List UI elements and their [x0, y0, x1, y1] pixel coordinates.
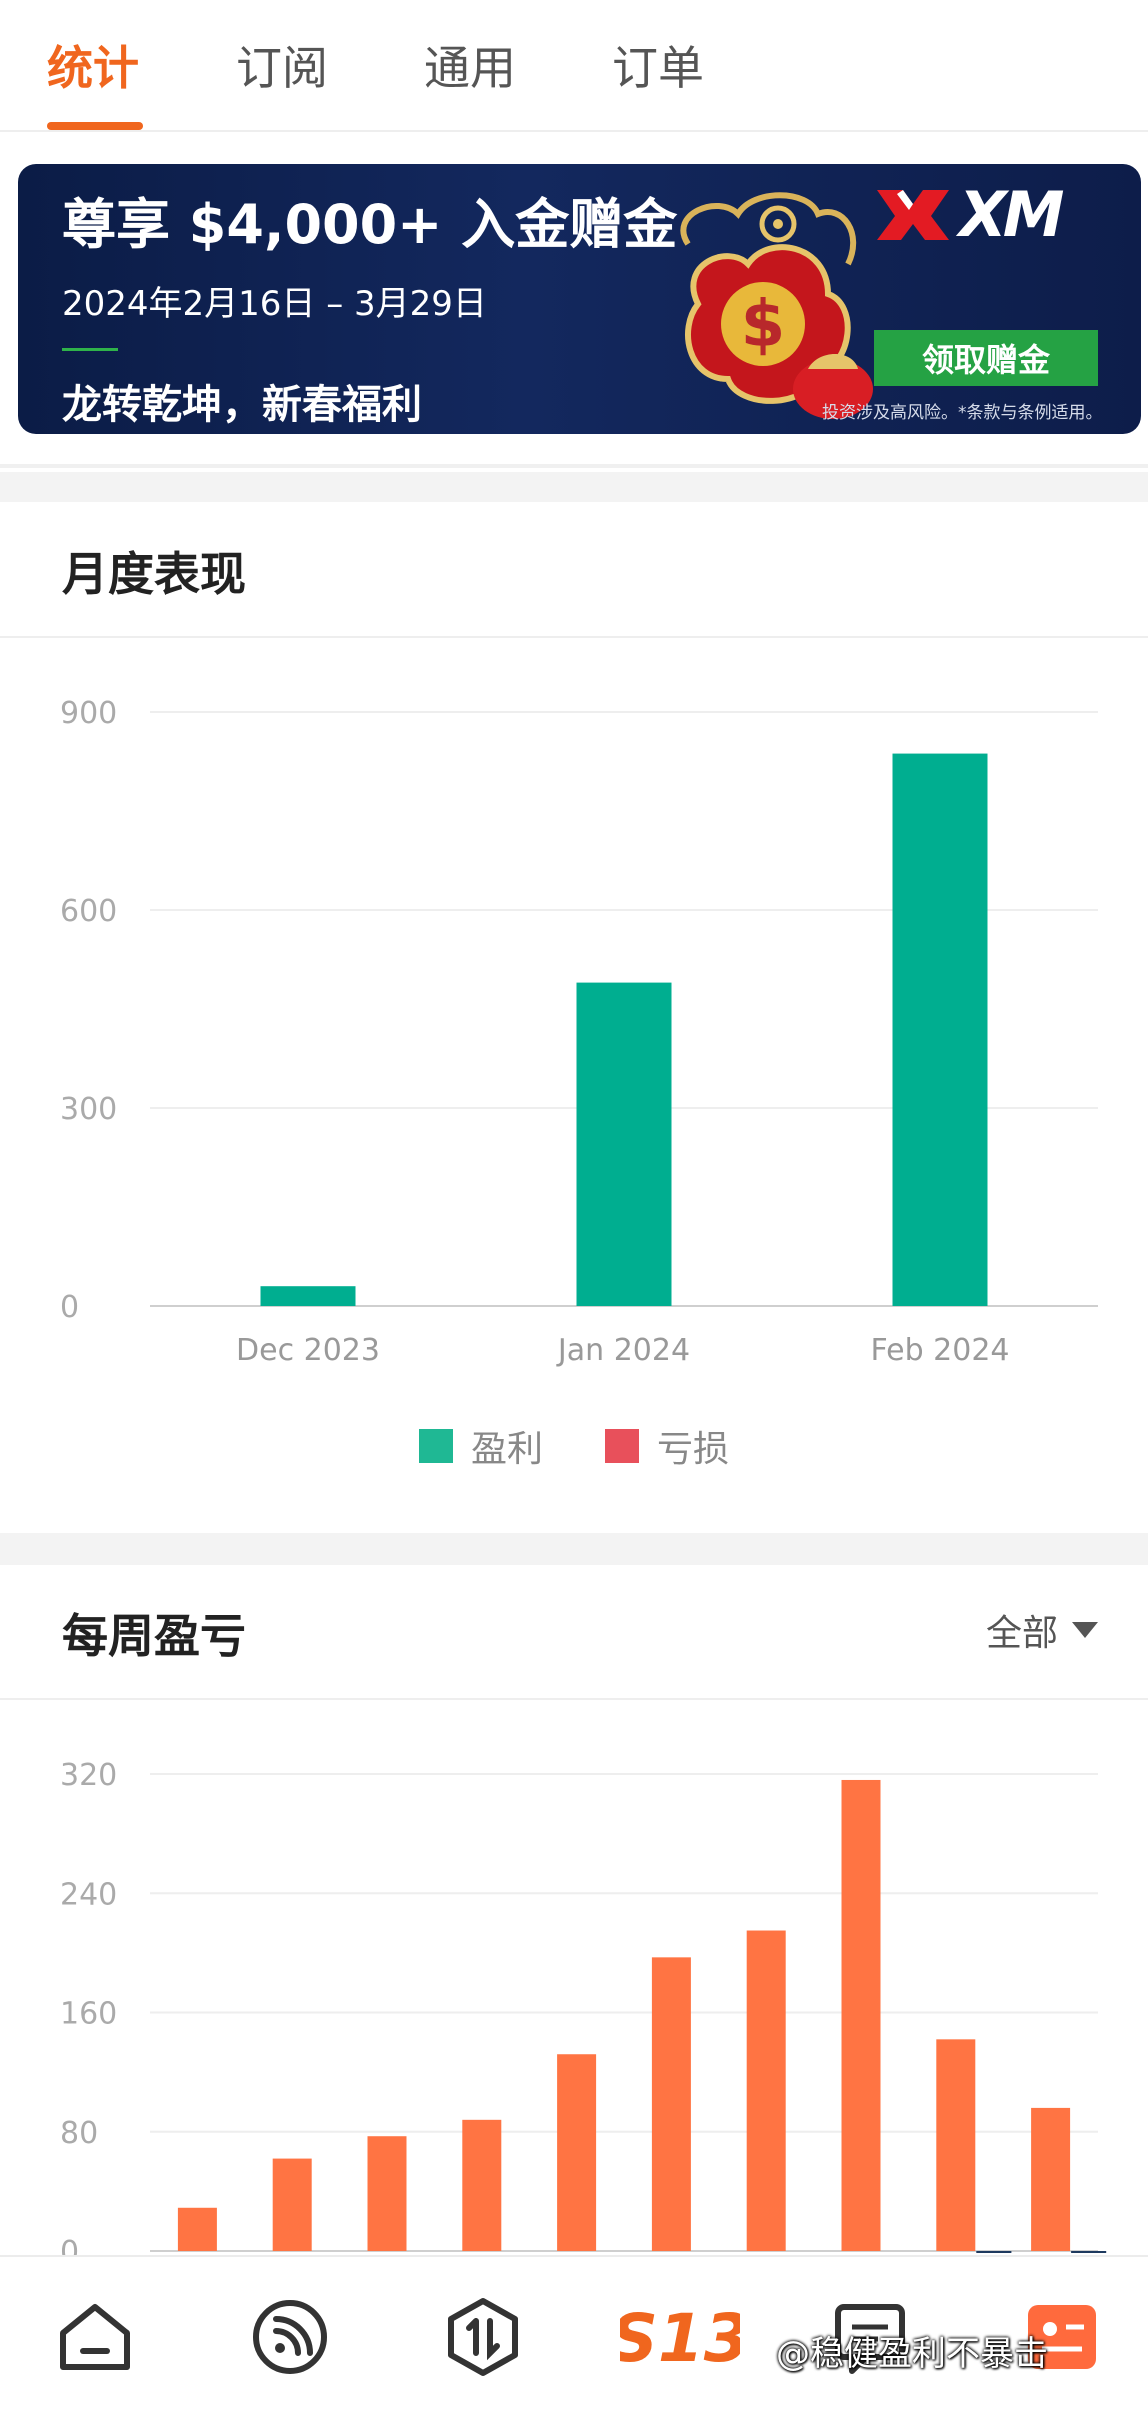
chart-bar [1031, 2107, 1071, 2251]
y-tick-label: 320 [60, 1758, 117, 1793]
svg-text:$: $ [741, 288, 786, 362]
legend-loss-label: 亏损 [657, 1429, 730, 1470]
caret-down-icon [1072, 1622, 1098, 1638]
y-tick-label: 0 [60, 1290, 79, 1325]
chart-bar [462, 2119, 502, 2251]
chart-bar [841, 1779, 881, 2251]
weekly-bar-chart: 0 80 160 240 320 [60, 1758, 1107, 2255]
banner-divider [62, 348, 118, 351]
trade-icon[interactable] [443, 2297, 523, 2377]
s13-logo[interactable]: S13 [620, 2297, 740, 2377]
y-tick-label: 240 [60, 1877, 117, 1912]
chart-bar [746, 1930, 786, 2251]
section-divider [0, 636, 1148, 638]
chart-bar [892, 753, 988, 1306]
legend-profit[interactable]: 盈利 [418, 1420, 543, 1472]
x-tick-label: Dec 2023 [236, 1333, 380, 1368]
monthly-performance-title: 月度表现 [62, 547, 246, 601]
filter-value: 全部 [985, 1613, 1058, 1654]
xm-brand-icon [877, 190, 949, 240]
chart-bar [367, 2136, 407, 2251]
y-tick-label: 0 [60, 2235, 79, 2255]
home-icon[interactable] [55, 2297, 135, 2377]
dragon-coin-icon: $ [680, 192, 873, 419]
chart-bar [557, 2054, 597, 2251]
tab-general[interactable]: 通用 [424, 38, 516, 98]
x-tick-label: Feb 2024 [871, 1333, 1010, 1368]
xm-brand-text: XM [959, 177, 1064, 251]
monthly-bar-chart: 0 300 600 900 Dec 2023 Jan 2024 Feb 2024 [60, 696, 1098, 1368]
y-tick-label: 160 [60, 1997, 117, 2032]
legend-profit-label: 盈利 [470, 1429, 543, 1470]
risk-disclaimer: 投资涉及高风险。*条款与条例适用。 [822, 403, 1103, 423]
legend-loss[interactable]: 亏损 [605, 1420, 729, 1472]
chart-bar [651, 1957, 691, 2251]
chart-bar [1071, 2251, 1107, 2253]
top-tab-bar: 统计 订阅 通用 订单 [0, 0, 1148, 132]
promo-banner[interactable]: 尊享 $4,000+ 入金赠金 2024年2月16日 – 3月29日 龙转乾坤，… [18, 164, 1141, 434]
chart-bar [177, 2207, 217, 2251]
weekly-pl-title: 每周盈亏 [62, 1609, 246, 1663]
xm-logo: XM [873, 174, 1113, 254]
banner-date: 2024年2月16日 – 3月29日 [62, 284, 487, 324]
weekly-filter-dropdown[interactable]: 全部 [986, 1604, 1098, 1656]
y-tick-label: 600 [60, 894, 117, 929]
chart-bar [260, 1286, 356, 1306]
tab-statistics[interactable]: 统计 [47, 38, 139, 98]
chart-bar [936, 2039, 976, 2251]
y-tick-label: 80 [60, 2116, 98, 2151]
separator [0, 464, 1148, 468]
chart-bar [976, 2251, 1012, 2253]
profit-swatch [418, 1429, 453, 1463]
claim-bonus-button[interactable]: 领取赠金 [874, 330, 1098, 386]
y-tick-label: 300 [60, 1092, 117, 1127]
chart-bar [272, 2158, 312, 2251]
feed-icon[interactable] [250, 2297, 330, 2377]
banner-title: 尊享 $4,000+ 入金赠金 [62, 193, 678, 256]
tab-orders[interactable]: 订单 [612, 38, 704, 98]
section-gap [0, 1533, 1148, 1565]
s13-logo-text: S13 [620, 2300, 740, 2377]
watermark-text: @稳健盈利不暴击 [776, 2334, 1048, 2374]
tab-subscription[interactable]: 订阅 [236, 38, 328, 98]
active-tab-indicator [47, 122, 143, 130]
y-tick-label: 900 [60, 696, 117, 731]
monthly-legend: 盈利 亏损 [0, 1420, 1148, 1472]
chart-bar [576, 982, 672, 1306]
loss-swatch [605, 1429, 639, 1463]
banner-slogan: 龙转乾坤，新春福利 [62, 382, 422, 428]
x-tick-label: Jan 2024 [556, 1333, 690, 1368]
section-gap [0, 472, 1148, 502]
